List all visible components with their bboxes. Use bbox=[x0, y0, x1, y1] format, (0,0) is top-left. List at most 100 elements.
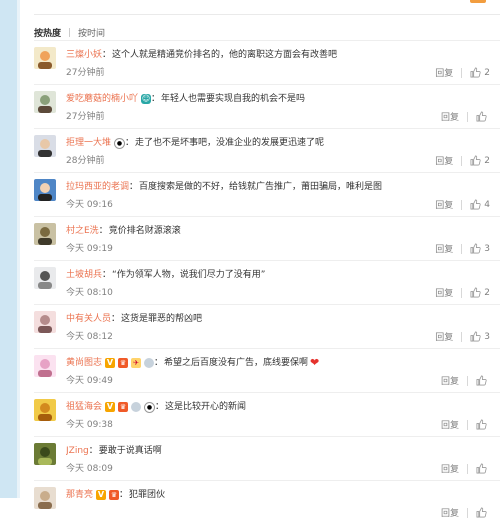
like-button[interactable]: 3 bbox=[470, 243, 490, 254]
reply-button[interactable]: 回复 bbox=[441, 506, 459, 519]
reply-button[interactable]: 回复 bbox=[441, 418, 459, 431]
action-separator bbox=[461, 243, 463, 254]
comment-text: 走了也不是坏事吧，没准企业的发展更迅速了呢 bbox=[135, 138, 325, 148]
like-count: 2 bbox=[484, 67, 490, 78]
comment-item: JZing：要敢于说真话啊 今天 08:09 回复 bbox=[34, 436, 500, 480]
comment-line: 爱吃蘑菇的楠小吖 ☺：年轻人也需要实现自我的机会不是吗 bbox=[66, 92, 490, 106]
reply-button[interactable]: 回复 bbox=[435, 242, 453, 255]
action-separator bbox=[467, 463, 468, 474]
comment-time: 今天 08:09 bbox=[66, 464, 113, 474]
comment-text: 这是比较开心的新闻 bbox=[165, 402, 247, 412]
thumb-up-icon bbox=[470, 331, 481, 342]
user-avatar[interactable] bbox=[34, 47, 56, 69]
comment-username[interactable]: 祖猛海会 bbox=[66, 400, 102, 414]
colon-separator: ： bbox=[111, 314, 121, 324]
like-button[interactable]: 2 bbox=[470, 155, 490, 166]
comment-line: 村之E洗：竞价排名财源滚滚 bbox=[66, 224, 490, 238]
like-button[interactable]: 2 bbox=[470, 67, 490, 78]
action-separator bbox=[467, 111, 468, 122]
crown-badge-icon: ♛ bbox=[118, 358, 129, 368]
comment-actions: 回复 2 bbox=[435, 286, 490, 299]
like-button[interactable] bbox=[476, 419, 490, 430]
like-button[interactable] bbox=[476, 111, 490, 122]
reply-button[interactable]: 回复 bbox=[441, 110, 459, 123]
gem-badge-icon bbox=[144, 358, 155, 368]
comment-time: 28分钟前 bbox=[66, 156, 105, 166]
sort-tab-hot[interactable]: 按热度 bbox=[34, 26, 61, 39]
user-avatar[interactable] bbox=[34, 355, 56, 377]
comment-username[interactable]: 爱吃蘑菇的楠小吖 bbox=[66, 92, 138, 106]
like-button[interactable]: 4 bbox=[470, 199, 490, 210]
colon-separator: ： bbox=[125, 138, 135, 148]
reply-button[interactable]: 回复 bbox=[435, 198, 453, 211]
comment-username[interactable]: 中有关人员 bbox=[66, 312, 111, 326]
comment-time: 27分钟前 bbox=[66, 112, 105, 122]
colon-separator: ： bbox=[155, 402, 165, 412]
vip-badge-icon: V bbox=[96, 490, 107, 500]
comment-body: 拒理一大堆 ●：走了也不是坏事吧，没准企业的发展更迅速了呢 28分钟前 bbox=[66, 136, 490, 168]
user-avatar[interactable] bbox=[34, 267, 56, 289]
action-separator bbox=[461, 287, 463, 298]
comment-item: 黄尚图志 V ♛ ✈ ：希望之后百度没有广告，底线要保啊 ❤ 今天 09:49 回复 bbox=[34, 348, 500, 392]
reply-button[interactable]: 回复 bbox=[441, 374, 459, 387]
comment-actions: 回复 3 bbox=[435, 330, 490, 343]
sort-tab-time[interactable]: 按时间 bbox=[78, 26, 105, 39]
comment-username[interactable]: 那青亮 bbox=[66, 488, 93, 502]
comment-username[interactable]: 黄尚图志 bbox=[66, 356, 102, 370]
comment-body: 村之E洗：竞价排名财源滚滚 今天 09:19 bbox=[66, 224, 490, 256]
colon-separator: ： bbox=[129, 182, 139, 192]
colon-separator: ： bbox=[98, 226, 108, 236]
like-count: 2 bbox=[484, 155, 490, 166]
reply-button[interactable]: 回复 bbox=[435, 330, 453, 343]
comment-text: 竞价排名财源滚滚 bbox=[108, 226, 181, 236]
comment-username[interactable]: 土坡胡兵 bbox=[66, 268, 102, 282]
colon-separator: ： bbox=[154, 358, 164, 368]
user-avatar[interactable] bbox=[34, 223, 56, 245]
like-button[interactable] bbox=[476, 375, 490, 386]
thumb-up-icon bbox=[470, 67, 481, 78]
user-avatar[interactable] bbox=[34, 135, 56, 157]
user-avatar[interactable] bbox=[34, 179, 56, 201]
comment-line: 拒理一大堆 ●：走了也不是坏事吧，没准企业的发展更迅速了呢 bbox=[66, 136, 490, 150]
user-avatar[interactable] bbox=[34, 443, 56, 465]
vip-badge-icon: V bbox=[105, 358, 116, 368]
comment-line: 三燦小妖：这个人就是精通竞价排名的，他的离职这方面会有改善吧 bbox=[66, 48, 490, 62]
comment-username[interactable]: 三燦小妖 bbox=[66, 48, 102, 62]
left-side-strip bbox=[0, 0, 20, 498]
reply-button[interactable]: 回复 bbox=[441, 462, 459, 475]
user-avatar[interactable] bbox=[34, 399, 56, 421]
user-avatar[interactable] bbox=[34, 487, 56, 509]
user-avatar[interactable] bbox=[34, 91, 56, 113]
comment-item: 那青亮 V ♛：犯罪团伙 回复 bbox=[34, 480, 500, 524]
comment-time: 今天 09:16 bbox=[66, 200, 113, 210]
rocket-badge-icon: ✈ bbox=[131, 358, 142, 368]
like-button[interactable]: 3 bbox=[470, 331, 490, 342]
comment-list: 三燦小妖：这个人就是精通竞价排名的，他的离职这方面会有改善吧 27分钟前 回复 2 爱吃… bbox=[34, 40, 500, 524]
action-separator bbox=[461, 67, 463, 78]
vip-badge-icon: V bbox=[105, 402, 116, 412]
reply-button[interactable]: 回复 bbox=[435, 286, 453, 299]
comment-item: 祖猛海会 V ♛ ●：这是比较开心的新闻 今天 09:38 回复 bbox=[34, 392, 500, 436]
comment-body: 拉玛西亚的老调：百度搜索是做的不好，给钱就广告推广，莆田骗局，唯利是图 今天 09… bbox=[66, 180, 490, 212]
colon-separator: ： bbox=[119, 490, 129, 500]
comment-username[interactable]: 拒理一大堆 bbox=[66, 136, 111, 150]
like-count: 3 bbox=[484, 243, 490, 254]
like-button[interactable]: 2 bbox=[470, 287, 490, 298]
colon-separator: ： bbox=[102, 50, 112, 60]
thumb-up-icon bbox=[470, 287, 481, 298]
sort-separator bbox=[69, 27, 71, 37]
comment-username[interactable]: 村之E洗 bbox=[66, 224, 99, 238]
comment-body: 三燦小妖：这个人就是精通竞价排名的，他的离职这方面会有改善吧 27分钟前 bbox=[66, 48, 490, 80]
comment-username[interactable]: JZing bbox=[66, 444, 89, 458]
action-separator bbox=[467, 375, 468, 386]
user-avatar[interactable] bbox=[34, 311, 56, 333]
like-button[interactable] bbox=[476, 507, 490, 518]
comment-item: 拒理一大堆 ●：走了也不是坏事吧，没准企业的发展更迅速了呢 28分钟前 回复 2 bbox=[34, 128, 500, 172]
comment-username[interactable]: 拉玛西亚的老调 bbox=[66, 180, 129, 194]
comment-body: 土坡胡兵： “作为领军人物，说我们尽力了没有用” 今天 08:10 bbox=[66, 268, 490, 300]
comment-body: JZing：要敢于说真话啊 今天 08:09 bbox=[66, 444, 490, 476]
reply-button[interactable]: 回复 bbox=[435, 154, 453, 167]
like-button[interactable] bbox=[476, 463, 490, 474]
panda-icon: ● bbox=[144, 401, 156, 413]
reply-button[interactable]: 回复 bbox=[435, 66, 453, 79]
